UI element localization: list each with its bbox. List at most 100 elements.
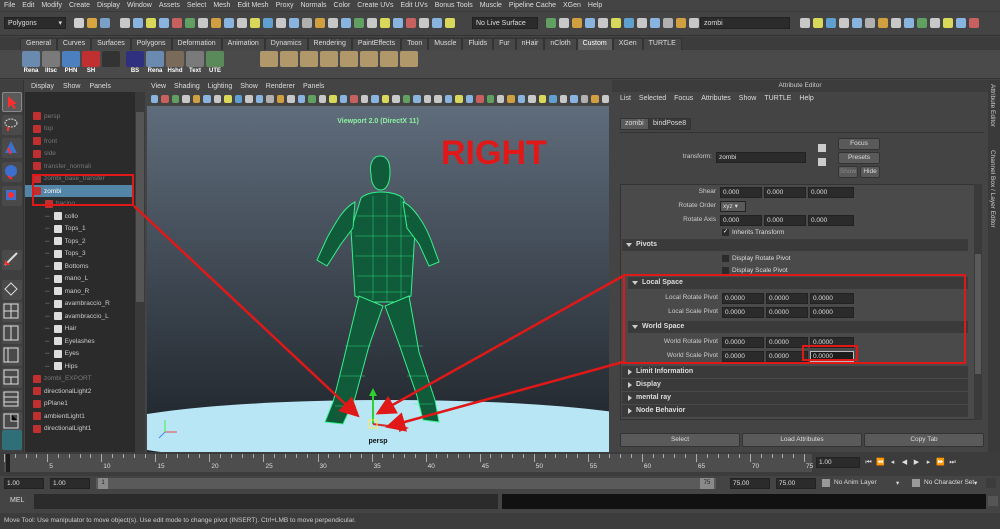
menu-xgen[interactable]: XGen (563, 2, 581, 9)
selection-mask-icon[interactable] (406, 18, 416, 28)
presets-button[interactable]: Presets (838, 152, 880, 164)
go-to-start-icon[interactable]: ⏮ (864, 458, 873, 467)
shelf-button[interactable]: Rena (22, 51, 40, 77)
viewport-menu-view[interactable]: View (151, 83, 166, 90)
viewport-tool-icon[interactable] (381, 95, 390, 103)
menu-proxy[interactable]: Proxy (276, 2, 294, 9)
viewport-tool-icon[interactable] (465, 95, 474, 103)
step-back-frame-icon[interactable]: ◂ (888, 458, 897, 467)
move-tool-icon[interactable] (2, 162, 22, 182)
selection-mask-icon[interactable] (432, 18, 442, 28)
viewport-tool-icon[interactable] (308, 95, 316, 103)
shelf-button[interactable]: SH (82, 51, 100, 77)
step-back-key-icon[interactable]: ⏪ (876, 458, 885, 467)
menu-help[interactable]: Help (588, 2, 602, 9)
ae-menu-focus[interactable]: Focus (674, 95, 693, 102)
node-behavior-section[interactable]: Node Behavior (622, 405, 968, 417)
selection-mask-icon[interactable] (289, 18, 299, 28)
shelf-button[interactable]: UTE (206, 51, 224, 77)
select-button[interactable]: Select (620, 433, 740, 447)
viewport-tool-icon[interactable] (570, 95, 578, 103)
end-time-field[interactable]: 75.00 (776, 478, 816, 489)
viewport-tool-icon[interactable] (182, 95, 190, 103)
outliner-item[interactable]: ─ Hips (25, 360, 133, 372)
render-icon[interactable] (663, 18, 673, 28)
viewport-tool-icon[interactable] (276, 95, 285, 103)
lasso-tool-icon[interactable] (2, 115, 22, 135)
viewport-tool-icon[interactable] (360, 95, 369, 103)
render-icon[interactable] (598, 18, 608, 28)
viewport-menu-shading[interactable]: Shading (174, 83, 200, 90)
panel-toggle-icon[interactable] (800, 18, 810, 28)
viewport-tool-icon[interactable] (486, 95, 494, 103)
viewport-tool-icon[interactable] (318, 95, 327, 103)
selection-mask-icon[interactable] (302, 18, 312, 28)
mode-selector[interactable]: Polygons ▾ (4, 17, 66, 29)
viewport-tool-icon[interactable] (339, 95, 348, 103)
start-time-field[interactable]: 1.00 (4, 478, 44, 489)
viewport-tool-icon[interactable] (245, 95, 253, 103)
viewport-tool-icon[interactable] (444, 95, 453, 103)
outliner-scrollbar[interactable] (135, 92, 145, 452)
outliner-item[interactable]: top (25, 123, 133, 135)
panel-toggle-icon[interactable] (917, 18, 927, 28)
pivots-section-header[interactable]: Pivots (622, 239, 968, 251)
outliner-item[interactable]: transfer_normali (25, 160, 133, 172)
go-to-input-icon[interactable] (818, 144, 826, 152)
outliner-item[interactable]: persp (25, 110, 133, 122)
viewport-tool-icon[interactable] (192, 95, 201, 103)
render-icon[interactable] (546, 18, 556, 28)
menu-create-uvs[interactable]: Create UVs (357, 2, 393, 9)
hide-button[interactable]: Hide (860, 166, 880, 178)
viewport-tool-icon[interactable] (434, 95, 442, 103)
display-rotate-pivot-checkbox[interactable] (722, 255, 729, 262)
shelf-tab-nhair[interactable]: nHair (515, 38, 545, 50)
outliner-item[interactable]: pPlane1 (25, 398, 133, 410)
viewport-tool-icon[interactable] (371, 95, 379, 103)
shear-x-field[interactable]: 0.000 (720, 187, 762, 198)
viewport-menu-panels[interactable]: Panels (303, 83, 324, 90)
menu-select[interactable]: Select (187, 2, 206, 9)
show-button[interactable]: Show (838, 166, 858, 178)
selection-mask-icon[interactable] (445, 18, 455, 28)
menu-file[interactable]: File (4, 2, 15, 9)
custom-shelf-icon[interactable] (340, 51, 358, 77)
viewport-tool-icon[interactable] (161, 95, 169, 103)
viewport-tool-icon[interactable] (213, 95, 222, 103)
shelf-tab-custom[interactable]: Custom (576, 38, 613, 50)
shelf-tab-painteffects[interactable]: PaintEffects (351, 38, 402, 50)
rotate-tool-icon[interactable] (2, 186, 22, 206)
menu-assets[interactable]: Assets (159, 2, 180, 9)
shelf-tab-animation[interactable]: Animation (221, 38, 265, 50)
render-icon[interactable] (689, 18, 699, 28)
selection-mask-icon[interactable] (341, 18, 351, 28)
menu-create[interactable]: Create (69, 2, 90, 9)
step-forward-frame-icon[interactable]: ▸ (924, 458, 933, 467)
panel-toggle-icon[interactable] (904, 18, 914, 28)
outliner-item[interactable]: front (25, 135, 133, 147)
viewport-menu-lighting[interactable]: Lighting (208, 83, 233, 90)
menu-edit-mesh[interactable]: Edit Mesh (237, 2, 268, 9)
shelf-tab-polygons[interactable]: Polygons (130, 38, 172, 50)
ae-menu-list[interactable]: List (620, 95, 631, 102)
menu-display[interactable]: Display (97, 2, 120, 9)
ae-scrollbar[interactable] (974, 184, 982, 420)
playback-end-field[interactable]: 75.00 (730, 478, 770, 489)
panel-toggle-icon[interactable] (852, 18, 862, 28)
viewport-tool-icon[interactable] (580, 95, 589, 103)
viewport-tool-icon[interactable] (496, 95, 505, 103)
outliner-item[interactable]: zombi_EXPORT (25, 373, 133, 385)
selection-mask-icon[interactable] (237, 18, 247, 28)
selection-mask-icon[interactable] (133, 18, 143, 28)
transform-name-field[interactable]: zombi (716, 152, 806, 163)
menu-pipeline-cache[interactable]: Pipeline Cache (509, 2, 556, 9)
shelf-tab-general[interactable]: General (20, 38, 57, 50)
viewport-tool-icon[interactable] (591, 95, 599, 103)
menu-edit-uvs[interactable]: Edit UVs (400, 2, 427, 9)
outliner-item[interactable]: ─ Eyelashes (25, 335, 133, 347)
display-scale-pivot-checkbox[interactable] (722, 267, 729, 274)
range-end-handle[interactable]: 75 (700, 478, 714, 489)
outliner-item[interactable]: directionalLight2 (25, 385, 133, 397)
selection-mask-icon[interactable] (224, 18, 234, 28)
chevron-down-icon[interactable]: ▾ (974, 479, 977, 487)
